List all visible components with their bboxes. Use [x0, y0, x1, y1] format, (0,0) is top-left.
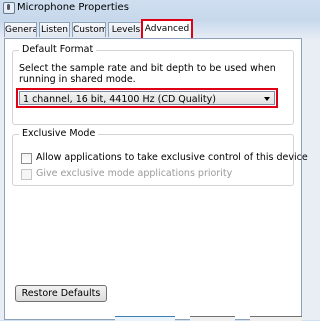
ok-button-edge[interactable]	[115, 316, 175, 321]
format-dropdown-highlight: 1 channel, 16 bit, 44100 Hz (CD Quality)	[16, 88, 278, 108]
apply-button-edge[interactable]	[250, 316, 302, 321]
tab-custom[interactable]: Custom	[72, 22, 106, 37]
tab-general[interactable]: General	[4, 22, 37, 37]
chevron-down-icon[interactable]	[264, 97, 270, 101]
restore-defaults-button[interactable]: Restore Defaults	[15, 285, 107, 302]
cancel-button-edge[interactable]	[190, 316, 235, 321]
tab-advanced[interactable]: Advanced	[141, 19, 193, 38]
title-bar: Microphone Properties	[0, 0, 306, 16]
microphone-icon	[3, 2, 15, 14]
exclusive-priority-checkbox	[21, 169, 32, 180]
advanced-tab-panel: Default Format Select the sample rate an…	[4, 38, 308, 320]
format-dropdown-value: 1 channel, 16 bit, 44100 Hz (CD Quality)	[23, 94, 216, 105]
window-title: Microphone Properties	[17, 2, 129, 13]
allow-exclusive-label[interactable]: Allow applications to take exclusive con…	[36, 152, 308, 163]
exclusive-mode-title: Exclusive Mode	[19, 128, 99, 139]
tab-strip: General Listen Custom Levels Advanced	[4, 18, 306, 38]
tab-listen[interactable]: Listen	[39, 22, 70, 37]
default-format-group: Default Format Select the sample rate an…	[12, 44, 294, 125]
default-format-title: Default Format	[19, 44, 97, 55]
tab-levels[interactable]: Levels	[108, 22, 144, 37]
format-dropdown[interactable]: 1 channel, 16 bit, 44100 Hz (CD Quality)	[19, 91, 275, 105]
exclusive-mode-group: Exclusive Mode Allow applications to tak…	[12, 128, 308, 186]
default-format-description: Select the sample rate and bit depth to …	[19, 63, 276, 85]
exclusive-priority-label: Give exclusive mode applications priorit…	[36, 168, 233, 179]
allow-exclusive-checkbox[interactable]	[21, 153, 32, 164]
